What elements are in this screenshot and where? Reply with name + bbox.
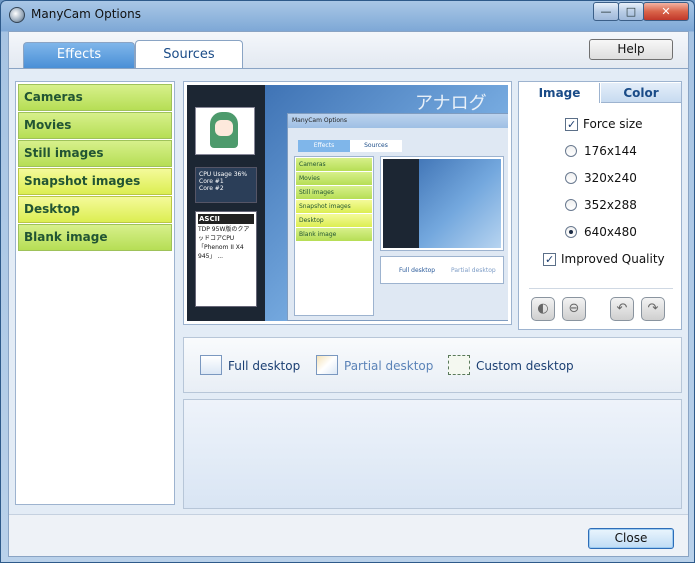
source-item-desktop[interactable]: Desktop — [18, 196, 172, 223]
full-desktop-icon — [200, 355, 222, 375]
news-header: ASCII — [198, 214, 254, 224]
full-desktop-mode[interactable]: Full desktop — [200, 354, 310, 378]
wallpaper-text: アナログ — [415, 93, 487, 114]
size-label: 176x144 — [584, 144, 637, 158]
nested-gadgets — [383, 159, 419, 248]
nested-mode-full: Full desktop — [399, 267, 436, 274]
nested-title: ManyCam Options — [288, 114, 508, 128]
tab-image[interactable]: Image — [520, 83, 600, 103]
source-item-cameras[interactable]: Cameras — [18, 84, 172, 111]
tab-effects[interactable]: Effects — [23, 42, 135, 68]
nested-item: Still images — [296, 186, 372, 199]
improved-quality-option[interactable]: Improved Quality — [543, 250, 665, 269]
size-radio-640x480[interactable] — [565, 226, 577, 238]
news-gadget: ASCII TDP 95W版のクアッドコアCPU「Phenom II X4 94… — [195, 211, 257, 307]
source-item-movies[interactable]: Movies — [18, 112, 172, 139]
size-radio-352x288[interactable] — [565, 199, 577, 211]
nested-tab-effects: Effects — [298, 140, 350, 152]
source-item-blank-image[interactable]: Blank image — [18, 224, 172, 251]
nested-item: Desktop — [296, 214, 372, 227]
flip-vertical-icon[interactable]: ⊖ — [562, 297, 586, 321]
size-radio-320x240[interactable] — [565, 172, 577, 184]
improved-quality-checkbox[interactable] — [543, 251, 556, 269]
anime-face — [215, 120, 233, 136]
anime-character-gadget — [195, 107, 255, 155]
improved-quality-label: Improved Quality — [561, 252, 665, 266]
rotate-right-icon[interactable]: ↷ — [641, 297, 665, 321]
nested-sources-list: Cameras Movies Still images Snapshot ima… — [294, 156, 374, 316]
source-item-still-images[interactable]: Still images — [18, 140, 172, 167]
force-size-checkbox[interactable] — [565, 116, 578, 134]
nested-tab-sources: Sources — [350, 140, 402, 152]
video-preview: CPU Usage 36% Core #1 Core #2 ASCII TDP … — [183, 81, 512, 325]
custom-desktop-icon — [448, 355, 470, 375]
manycam-app-icon — [9, 7, 25, 23]
core-2-label: Core #2 — [199, 185, 224, 192]
size-label: 640x480 — [584, 225, 637, 239]
title-bar[interactable]: ManyCam Options — □ ✕ — [1, 1, 694, 29]
rotate-left-icon[interactable]: ↶ — [610, 297, 634, 321]
client-area: Effects Sources Help Cameras Movies Stil… — [8, 31, 689, 557]
partial-desktop-mode[interactable]: Partial desktop — [316, 354, 436, 378]
core-1-label: Core #1 — [199, 178, 224, 185]
manycam-options-window: ManyCam Options — □ ✕ Effects Sources He… — [0, 0, 695, 563]
size-option-352x288[interactable]: 352x288 — [565, 196, 637, 214]
cpu-value: 36% — [233, 171, 248, 178]
nested-mode-bar: Full desktop Partial desktop — [380, 256, 504, 284]
gadget-sidebar: CPU Usage 36% Core #1 Core #2 ASCII TDP … — [187, 85, 265, 321]
desktop-mode-bar: Full desktop Partial desktop Custom desk… — [183, 337, 682, 393]
size-option-640x480[interactable]: 640x480 — [565, 223, 637, 241]
custom-desktop-label: Custom desktop — [476, 359, 574, 373]
cpu-label: CPU Usage — [199, 171, 232, 178]
size-label: 320x240 — [584, 171, 637, 185]
partial-desktop-label: Partial desktop — [344, 359, 434, 373]
options-divider — [529, 288, 673, 289]
custom-desktop-mode[interactable]: Custom desktop — [448, 354, 578, 378]
nested-item: Movies — [296, 172, 372, 185]
nested-manycam-window: ManyCam Options Effects Sources Cameras M… — [287, 113, 508, 321]
sources-list: Cameras Movies Still images Snapshot ima… — [15, 81, 175, 505]
image-options-panel: Image Color Force size 176x144 320x240 3… — [518, 81, 682, 330]
nested-preview-inner — [383, 159, 501, 248]
size-option-320x240[interactable]: 320x240 — [565, 169, 637, 187]
close-window-button[interactable]: ✕ — [643, 2, 689, 21]
close-button[interactable]: Close — [588, 528, 674, 549]
settings-area — [183, 399, 682, 509]
size-option-176x144[interactable]: 176x144 — [565, 142, 637, 160]
full-desktop-label: Full desktop — [228, 359, 301, 373]
news-text: TDP 95W版のクアッドコアCPU「Phenom II X4 945」 ... — [198, 226, 250, 260]
bottom-bar: Close — [9, 514, 688, 556]
minimize-button[interactable]: — — [593, 2, 619, 21]
nested-tabs: Effects Sources — [298, 136, 408, 152]
flip-horizontal-icon[interactable]: ◐ — [531, 297, 555, 321]
force-size-label: Force size — [583, 117, 643, 131]
size-radio-176x144[interactable] — [565, 145, 577, 157]
tab-sources[interactable]: Sources — [135, 40, 243, 69]
desktop-capture-preview: CPU Usage 36% Core #1 Core #2 ASCII TDP … — [187, 85, 508, 321]
help-button[interactable]: Help — [589, 39, 673, 60]
tab-color[interactable]: Color — [601, 83, 681, 103]
nested-preview — [380, 156, 504, 251]
nested-item: Blank image — [296, 228, 372, 241]
window-title: ManyCam Options — [31, 7, 141, 21]
nested-item: Snapshot images — [296, 200, 372, 213]
partial-desktop-icon — [316, 355, 338, 375]
maximize-button[interactable]: □ — [618, 2, 644, 21]
sources-panel: Cameras Movies Still images Snapshot ima… — [9, 68, 688, 514]
force-size-option[interactable]: Force size — [565, 115, 643, 134]
source-item-snapshot-images[interactable]: Snapshot images — [18, 168, 172, 195]
main-tab-strip: Effects Sources Help — [9, 32, 688, 69]
nested-mode-partial: Partial desktop — [451, 267, 496, 274]
nested-item: Cameras — [296, 158, 372, 171]
size-label: 352x288 — [584, 198, 637, 212]
cpu-usage-gadget: CPU Usage 36% Core #1 Core #2 — [195, 167, 257, 203]
